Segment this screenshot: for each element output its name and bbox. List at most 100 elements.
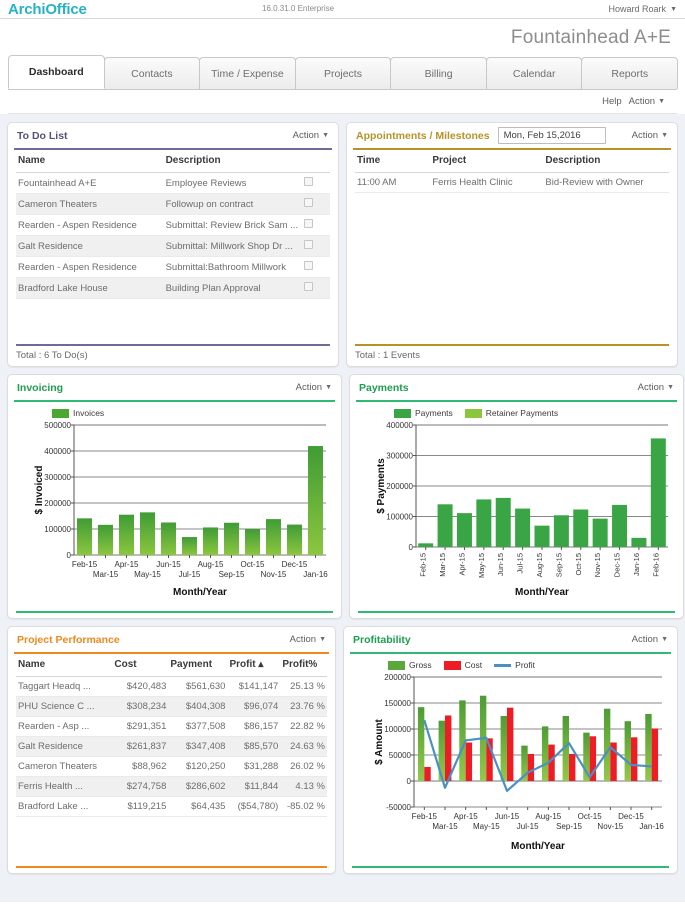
user-menu[interactable]: Howard Roark ▼ [609,4,677,14]
svg-text:Sep-15: Sep-15 [219,570,245,579]
table-row[interactable]: Taggart Headq ... $420,483 $561,630 $141,14… [16,676,327,697]
svg-text:Mar-15: Mar-15 [432,822,458,831]
table-row[interactable]: Fountainhead A+E Employee Reviews [16,172,330,194]
payments-chart: 0 100000 200000 300000 400000 Feb-15 Mar-15 Apr… [358,419,675,597]
profitability-action-menu[interactable]: Action ▼ [632,634,668,645]
table-row[interactable]: Rearden - Aspen Residence Submittal:Bathr… [16,256,330,278]
legend-swatch-icon [443,660,461,670]
appointments-action-menu[interactable]: Action ▼ [632,130,668,141]
table-row[interactable]: Cameron Theaters $88,962 $120,250 $31,288 26… [16,756,327,777]
legend-item: Cost [443,660,482,670]
svg-text:Dec-15: Dec-15 [613,553,622,577]
todo-cell-check[interactable] [301,193,330,215]
perf-cell-name: Rearden - Asp ... [16,716,113,737]
table-row[interactable]: PHU Science C ... $308,234 $404,308 $96,074… [16,696,327,717]
performance-action-menu[interactable]: Action ▼ [290,634,326,645]
legend-swatch-icon [494,663,512,667]
legend-label: Retainer Payments [485,408,559,418]
appt-cell-time: 11:00 AM [355,172,431,193]
performance-footer [8,866,335,873]
todo-cell-name: Fountainhead A+E [16,172,164,194]
payments-action-menu[interactable]: Action ▼ [638,382,674,393]
table-row[interactable]: Rearden - Aspen Residence Submittal: Revi… [16,214,330,236]
todo-cell-check[interactable] [301,214,330,236]
tab-reports[interactable]: Reports [581,57,679,89]
checkbox-icon[interactable] [303,282,313,291]
todo-col-description[interactable]: Description [163,150,302,173]
tab-calendar[interactable]: Calendar [485,57,583,89]
table-row[interactable]: Galt Residence Submittal: Millwork Shop D… [16,235,330,257]
help-link[interactable]: Help [602,96,622,107]
tab-billing[interactable]: Billing [390,57,487,89]
appt-col-description[interactable]: Description [543,150,669,173]
table-row[interactable]: Galt Residence $261,837 $347,408 $85,570 24.… [16,736,327,757]
profitability-header: Profitability Action ▼ [344,627,677,652]
appointments-date-input[interactable] [497,127,606,144]
invoicing-body: Invoices 0 100000 200000 300000 400000 500000… [8,402,341,611]
todo-cell-description: Submittal:Bathroom Millwork [163,256,302,278]
perf-cell-cost: $291,351 [112,716,169,737]
chevron-down-icon: ▼ [322,132,329,139]
checkbox-icon[interactable] [303,219,313,228]
invoicing-header: Invoicing Action ▼ [8,375,341,400]
perf-cell-cost: $261,837 [112,736,169,757]
todo-col-name[interactable]: Name [16,150,164,173]
checkbox-icon[interactable] [303,261,313,270]
svg-text:Jan-16: Jan-16 [303,570,328,579]
panel-invoicing: Invoicing Action ▼ Invoices 0 100000 20000… [7,374,342,619]
table-row[interactable]: Bradford Lake House Building Plan Approva… [16,277,330,299]
table-row[interactable]: Ferris Health ... $274,758 $286,602 $11,844… [16,776,327,797]
todo-cell-check[interactable] [301,235,330,257]
svg-text:400000: 400000 [44,447,71,456]
perf-cell-cost: $88,962 [112,756,169,777]
tab-contacts[interactable]: Contacts [103,57,201,89]
svg-text:Apr-15: Apr-15 [457,553,466,576]
perf-cell-name: PHU Science C ... [16,696,113,717]
checkbox-icon[interactable] [303,240,313,249]
table-row[interactable]: Bradford Lake ... $119,215 $64,435 ($54,780… [16,796,327,817]
invoicing-action-menu[interactable]: Action ▼ [296,382,332,393]
todo-cell-description: Submittal: Review Brick Sam ... [163,214,302,236]
svg-text:Aug-15: Aug-15 [535,553,544,577]
tab-label: Billing [424,67,453,80]
action-menu-top[interactable]: Action ▼ [629,96,665,107]
todo-cell-check[interactable] [301,277,330,299]
perf-col-profit[interactable]: Profit ▴ [227,654,281,677]
svg-text:-50000: -50000 [386,803,411,812]
perf-col-cost[interactable]: Cost [112,654,169,677]
appointments-rows: 11:00 AM Ferris Health Clinic Bid-Review w… [355,172,669,193]
todo-action-menu[interactable]: Action ▼ [293,130,329,141]
top-bar: ArchiOffice 16.0.31.0 Enterprise Howard … [0,0,685,19]
perf-col-name[interactable]: Name [16,654,113,677]
svg-text:Oct-15: Oct-15 [240,560,265,569]
todo-cell-check[interactable] [301,256,330,278]
appt-col-project[interactable]: Project [430,150,544,173]
tab-time-expense[interactable]: Time / Expense [199,57,296,89]
perf-cell-cost: $119,215 [112,796,169,817]
todo-cell-description: Followup on contract [163,193,302,215]
table-row[interactable]: 11:00 AM Ferris Health Clinic Bid-Review w… [355,172,669,193]
tab-label: Calendar [512,67,556,80]
perf-col-payment[interactable]: Payment [168,654,228,677]
svg-text:Apr-15: Apr-15 [454,812,479,821]
table-row[interactable]: Cameron Theaters Followup on contract [16,193,330,215]
table-row[interactable]: Rearden - Asp ... $291,351 $377,508 $86,157… [16,716,327,737]
todo-body: Name Description Fountainhead A+E Employe… [8,150,338,344]
appt-col-time[interactable]: Time [355,150,431,173]
perf-cell-cost: $308,234 [112,696,169,717]
dashboard-row-3: Project Performance Action ▼ Name Cost P… [7,626,678,874]
tab-dashboard[interactable]: Dashboard [8,55,105,89]
legend-item: Invoices [52,408,104,418]
svg-text:Nov-15: Nov-15 [597,822,623,831]
appt-cell-description: Bid-Review with Owner [543,172,669,193]
tab-projects[interactable]: Projects [294,57,392,89]
payments-legend: Payments Retainer Payments [358,402,675,419]
todo-cell-check[interactable] [301,172,330,194]
perf-cell-name: Taggart Headq ... [16,676,113,697]
perf-cell-profit-pct: 26.02 % [280,756,327,777]
svg-text:Oct-15: Oct-15 [574,553,583,576]
svg-text:Mar-15: Mar-15 [93,570,119,579]
checkbox-icon[interactable] [303,198,313,207]
perf-col-profit-pct[interactable]: Profit% [280,654,327,677]
checkbox-icon[interactable] [303,177,313,186]
